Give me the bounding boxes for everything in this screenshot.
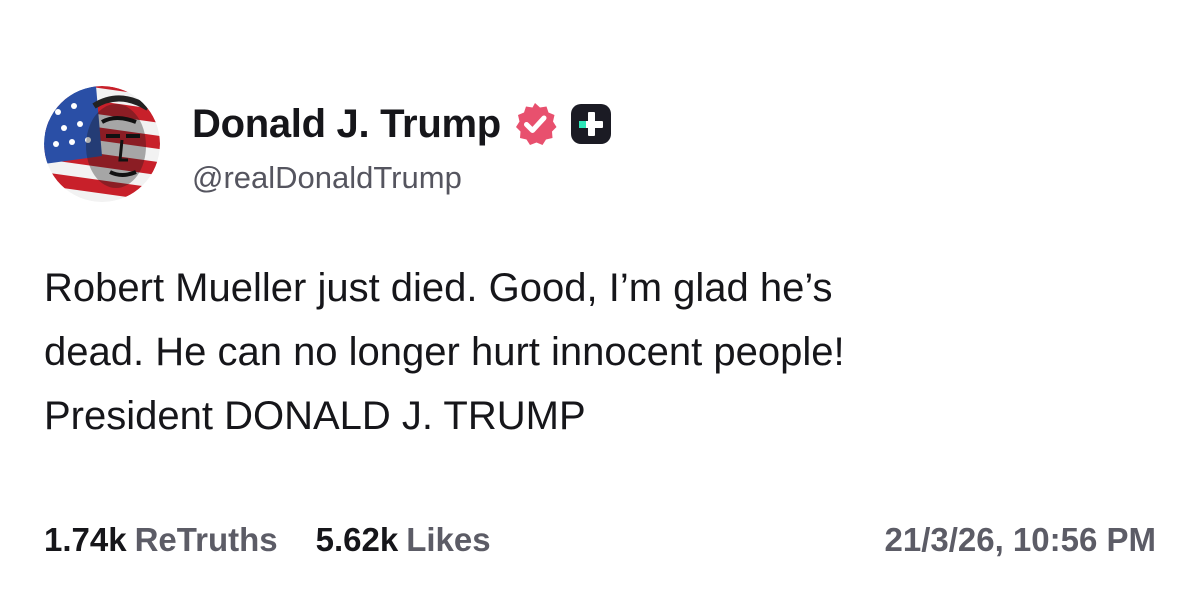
post-body: Robert Mueller just died. Good, I’m glad… [44, 256, 1154, 448]
post-footer: 1.74k ReTruths 5.62k Likes 21/3/26, 10:5… [44, 518, 1156, 562]
avatar[interactable] [44, 86, 160, 202]
likes-count: 5.62k [315, 521, 399, 558]
post-body-line: dead. He can no longer hurt innocent peo… [44, 330, 845, 374]
post-body-line: Robert Mueller just died. Good, I’m glad… [44, 266, 833, 310]
author-handle[interactable]: @realDonaldTrump [192, 160, 611, 196]
post-timestamp[interactable]: 21/3/26, 10:56 PM [884, 521, 1156, 559]
author-name[interactable]: Donald J. Trump [192, 102, 501, 147]
retruths-count: 1.74k [44, 521, 127, 558]
likes-label: Likes [406, 521, 491, 558]
retruths-label: ReTruths [134, 521, 278, 558]
avatar-image [44, 86, 160, 202]
post-card: Donald J. Trump @realDonaldTrump Robert … [0, 0, 1200, 598]
name-row: Donald J. Trump [192, 98, 611, 150]
author-identity: Donald J. Trump @realDonaldTrump [192, 98, 611, 196]
likes-stat[interactable]: 5.62k Likes [316, 521, 491, 559]
plus-badge-icon [570, 104, 611, 144]
verified-badge-icon [511, 100, 559, 148]
retruths-stat[interactable]: 1.74k ReTruths [44, 521, 278, 559]
post-body-line: President DONALD J. TRUMP [44, 394, 586, 438]
